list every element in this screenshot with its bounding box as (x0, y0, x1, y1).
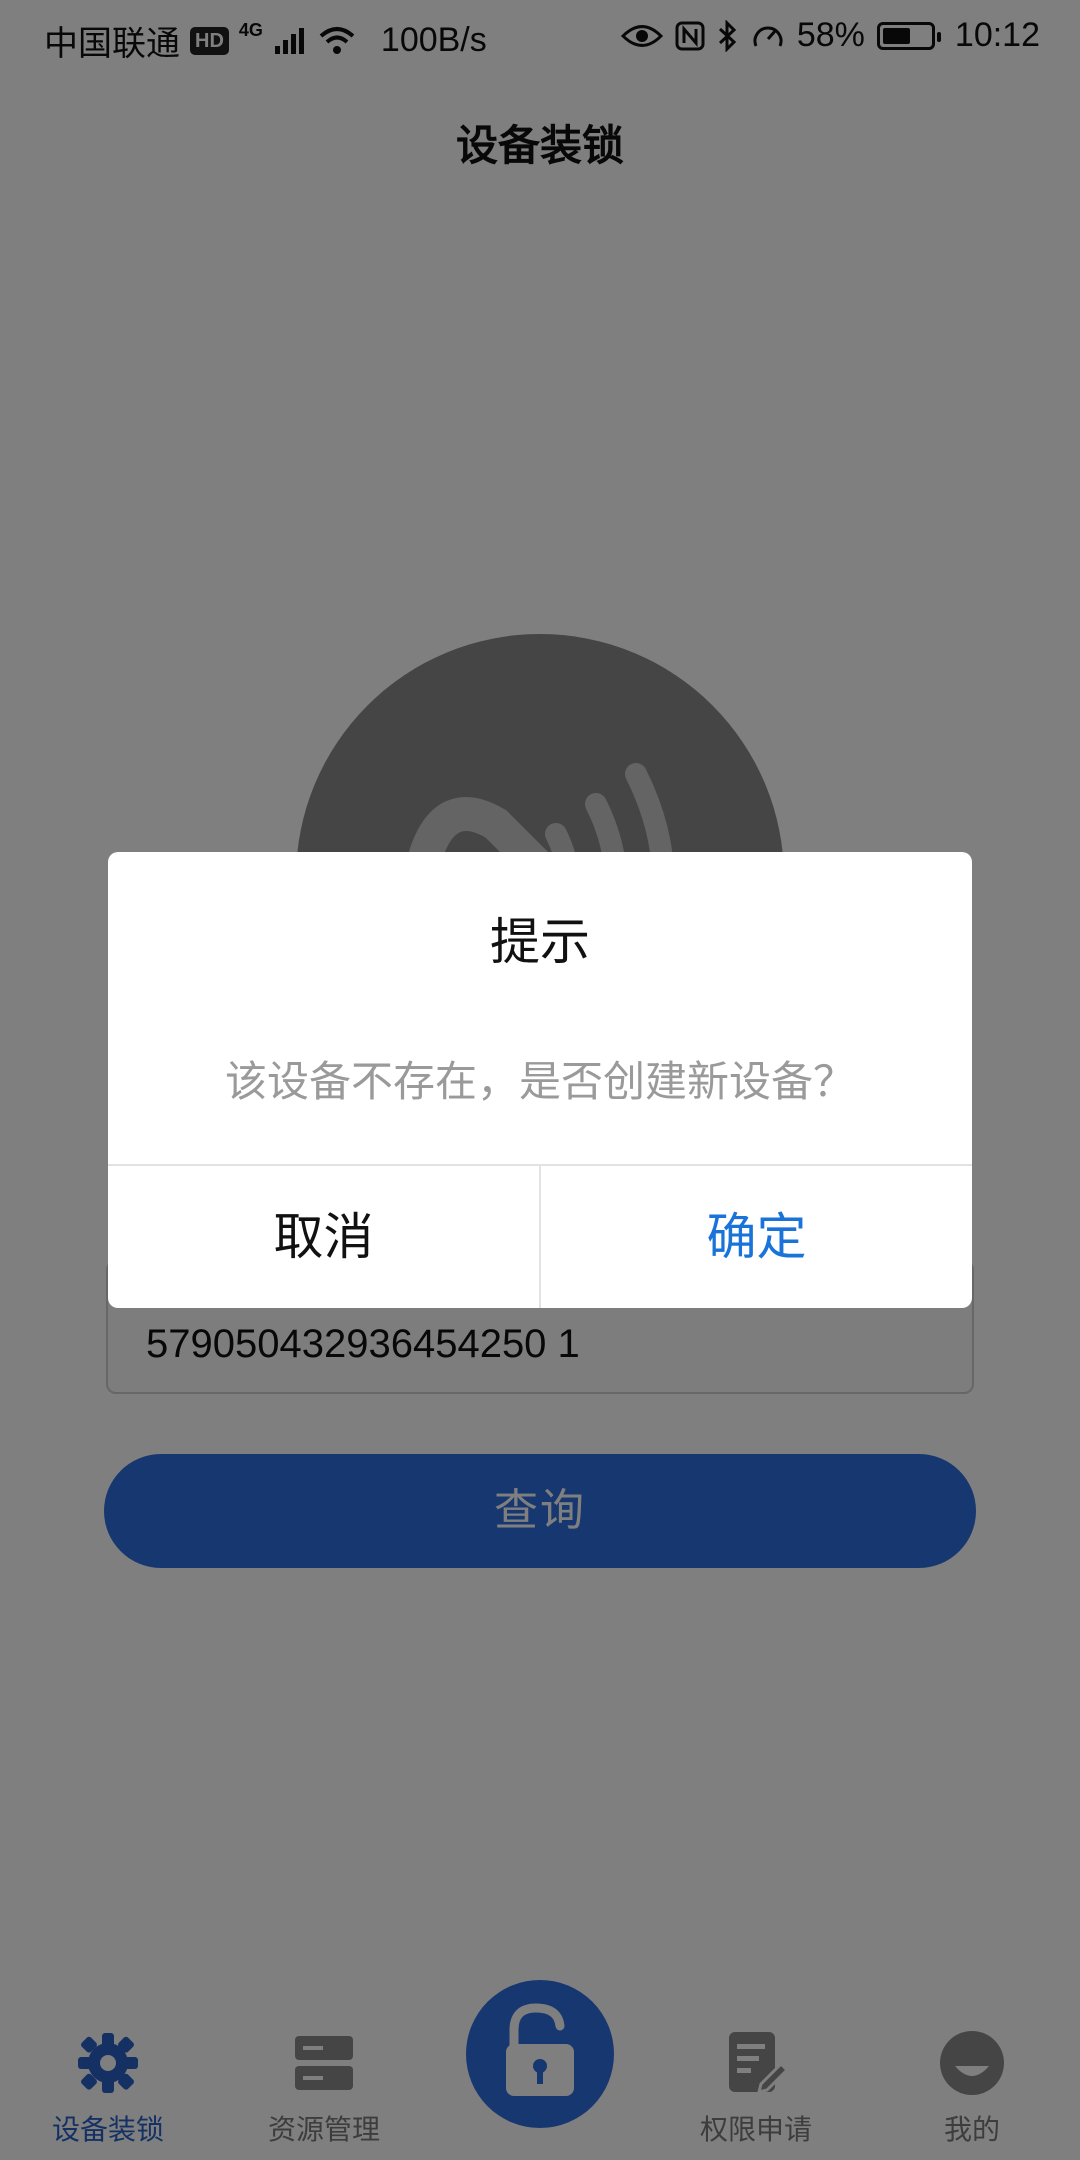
app-screen: 中国联通 HD 4G 100B/s (0, 0, 1080, 2160)
dialog-message: 该设备不存在，是否创建新设备？ (224, 1057, 855, 1106)
confirm-button[interactable]: 确定 (541, 1166, 972, 1308)
dialog-title: 提示 (490, 913, 590, 971)
confirm-dialog: 提示 该设备不存在，是否创建新设备？ 取消 确定 (108, 852, 972, 1308)
cancel-button[interactable]: 取消 (108, 1166, 539, 1308)
